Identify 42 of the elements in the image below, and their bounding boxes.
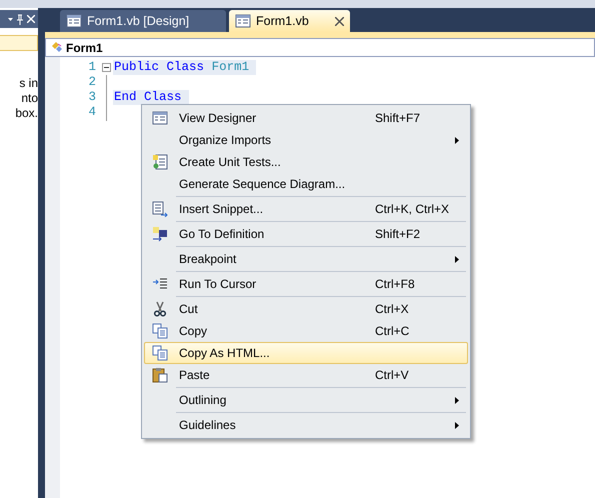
- line-number: 1: [87, 60, 96, 75]
- menu-item[interactable]: Copy As HTML...: [144, 342, 468, 364]
- close-icon[interactable]: [335, 16, 344, 26]
- copy-icon: [152, 345, 168, 361]
- description-text: box.: [14, 106, 38, 121]
- menu-item[interactable]: View Designer Shift+F7: [144, 107, 468, 129]
- paste-icon: [152, 367, 168, 383]
- snippet-icon: [152, 201, 168, 217]
- dropdown-icon[interactable]: [8, 18, 13, 20]
- line-number: 4: [87, 105, 96, 120]
- cut-icon: [152, 301, 168, 317]
- menu-item[interactable]: Guidelines: [144, 414, 468, 436]
- class-dropdown[interactable]: Form1: [45, 38, 595, 57]
- description-text: s in: [18, 76, 38, 91]
- pin-icon[interactable]: [16, 14, 24, 24]
- editor-tab[interactable]: Form1.vb [Design]: [60, 10, 226, 32]
- document-icon: [66, 13, 82, 29]
- menu-item[interactable]: Create Unit Tests...: [144, 151, 468, 173]
- search-field[interactable]: [0, 35, 38, 51]
- menu-item[interactable]: Cut Ctrl+X: [144, 298, 468, 320]
- collapse-icon[interactable]: [102, 63, 111, 72]
- arrow-icon: [152, 226, 168, 242]
- code-text: End Class: [113, 90, 189, 105]
- menu-item[interactable]: Copy Ctrl+C: [144, 320, 468, 342]
- menu-item[interactable]: Outlining: [144, 389, 468, 411]
- document-icon: [152, 154, 168, 170]
- line-number: 3: [87, 90, 96, 105]
- editor-tab[interactable]: Form1.vb: [229, 10, 350, 32]
- document-icon: [235, 13, 251, 29]
- line-number: 2: [87, 75, 96, 90]
- menu-item[interactable]: Generate Sequence Diagram...: [144, 173, 468, 195]
- class-icon: [50, 40, 64, 54]
- copy-icon: [152, 323, 168, 339]
- menu-item[interactable]: Organize Imports: [144, 129, 468, 151]
- menu-item[interactable]: Breakpoint: [144, 248, 468, 270]
- menu-item[interactable]: Go To Definition Shift+F2: [144, 223, 468, 245]
- menu-item[interactable]: Paste Ctrl+V: [144, 364, 468, 386]
- code-text: Public Class Form1: [113, 60, 256, 75]
- description-text: nto: [20, 91, 38, 106]
- menu-item[interactable]: Insert Snippet... Ctrl+K, Ctrl+X: [144, 198, 468, 220]
- window-icon: [152, 110, 168, 126]
- menu-item[interactable]: Run To Cursor Ctrl+F8: [144, 273, 468, 295]
